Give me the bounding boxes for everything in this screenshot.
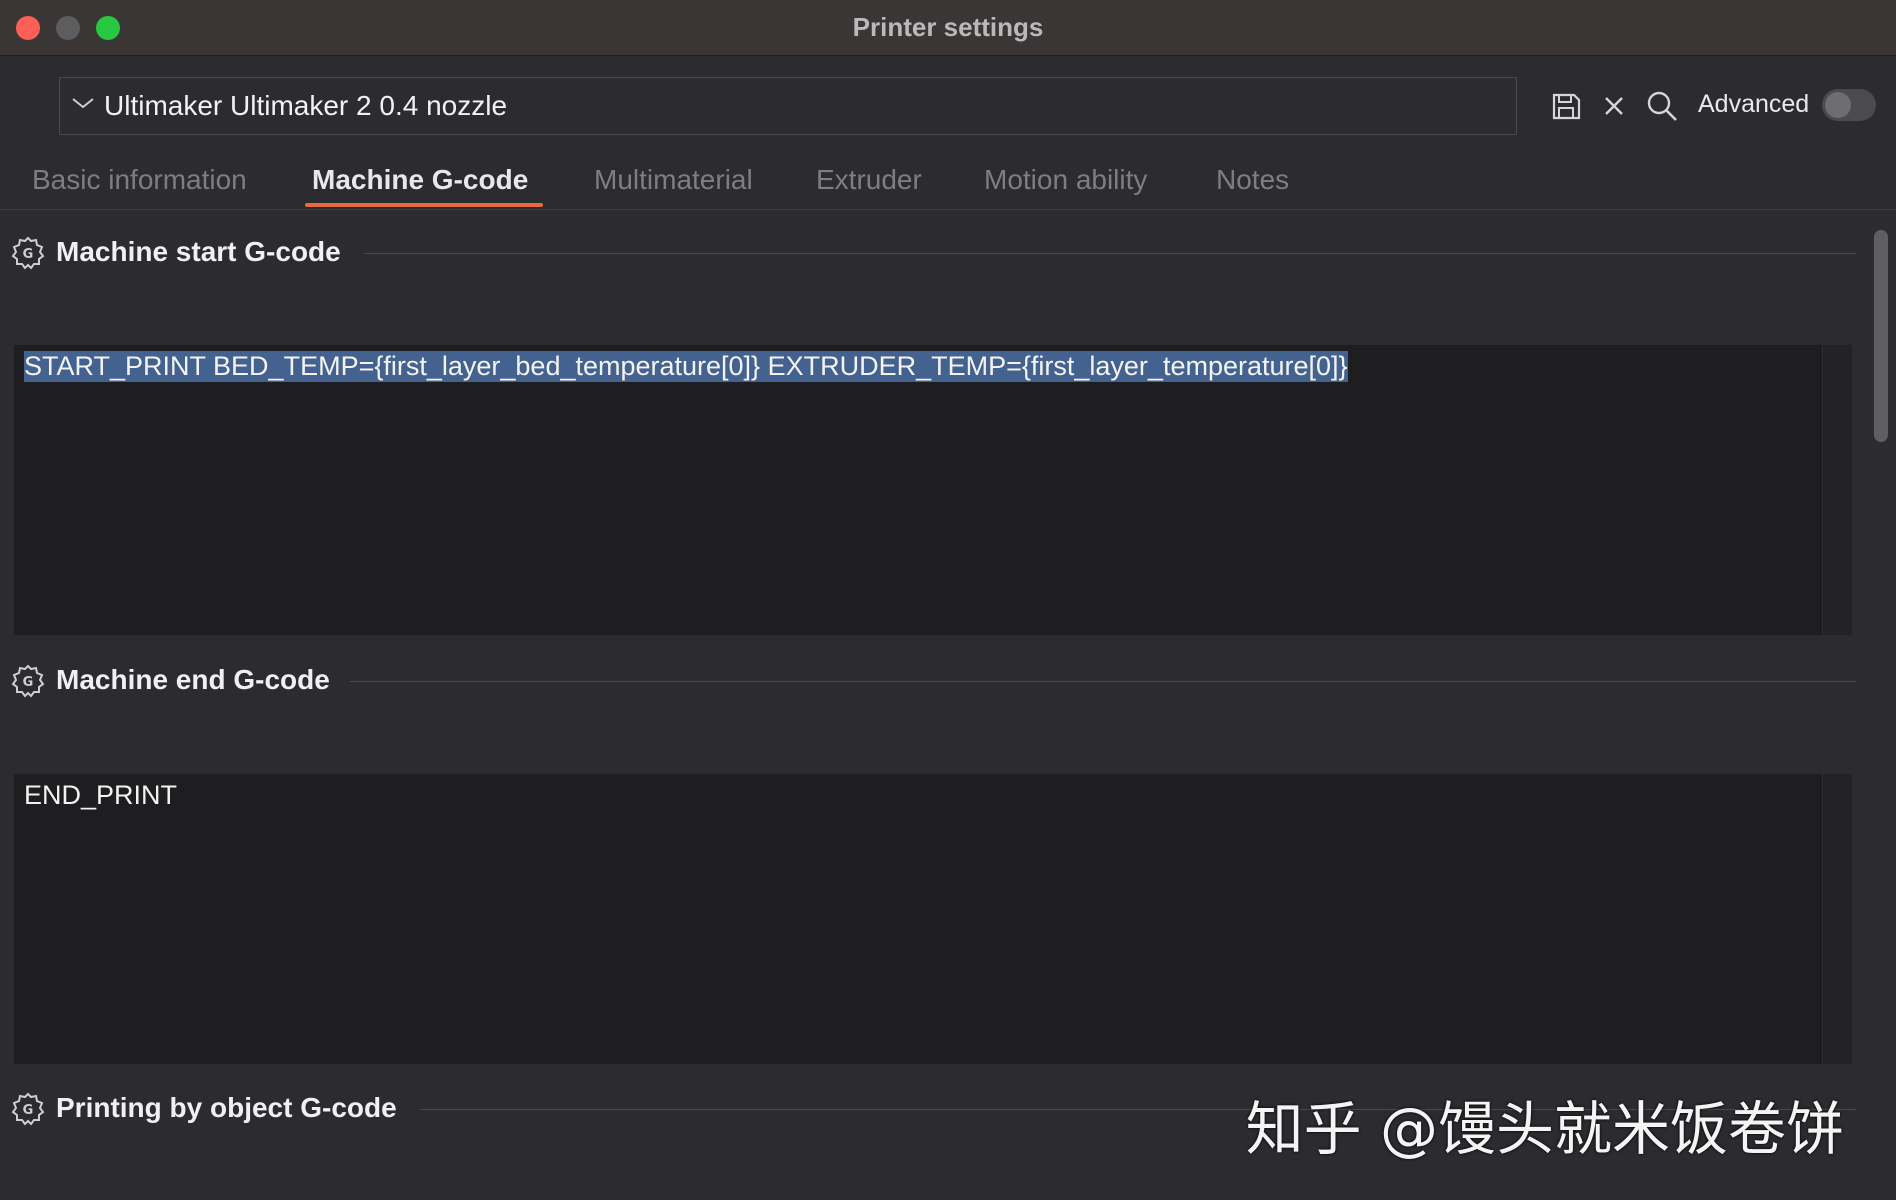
- printer-preset-select[interactable]: Ultimaker Ultimaker 2 0.4 nozzle: [59, 77, 1517, 135]
- scrollbar-thumb[interactable]: [1874, 230, 1888, 442]
- end-gcode-editor[interactable]: END_PRINT: [13, 773, 1853, 1065]
- tab-basic-information[interactable]: Basic information: [32, 164, 247, 196]
- window-title: Printer settings: [852, 12, 1044, 42]
- section-title: Machine end G-code: [56, 664, 330, 695]
- advanced-label: Advanced: [1698, 90, 1810, 118]
- gcode-gear-icon: G: [10, 1091, 46, 1127]
- svg-text:G: G: [23, 247, 34, 262]
- section-header: G Machine start G-code: [10, 233, 1856, 273]
- title-bar: Printer settings: [0, 0, 1896, 56]
- gcode-gear-icon: G: [10, 663, 46, 699]
- tab-machine-gcode[interactable]: Machine G-code: [312, 164, 528, 196]
- section-title: Printing by object G-code: [56, 1092, 397, 1123]
- tab-extruder[interactable]: Extruder: [816, 164, 922, 196]
- end-gcode-text: END_PRINT: [24, 780, 178, 810]
- editor-scrollbar[interactable]: [1822, 774, 1852, 1064]
- page-scrollbar[interactable]: [1872, 226, 1890, 1190]
- settings-content: G Machine start G-code START_PRINT BED_T…: [0, 211, 1896, 1200]
- search-icon[interactable]: [1644, 88, 1680, 124]
- start-gcode-editor[interactable]: START_PRINT BED_TEMP={first_layer_bed_te…: [13, 344, 1853, 636]
- printer-preset-value: Ultimaker Ultimaker 2 0.4 nozzle: [104, 90, 508, 121]
- toggle-knob: [1825, 92, 1851, 118]
- settings-tabs: Basic information Machine G-code Multima…: [0, 160, 1896, 210]
- advanced-toggle[interactable]: [1822, 89, 1876, 121]
- chevron-down-icon: [70, 93, 102, 119]
- section-title: Machine start G-code: [56, 236, 341, 267]
- svg-text:G: G: [23, 675, 34, 690]
- close-icon[interactable]: [1596, 88, 1632, 124]
- watermark: 知乎 @馒头就米饭卷饼: [1245, 1095, 1844, 1163]
- section-divider: [350, 681, 1856, 682]
- section-header: G Machine end G-code: [10, 661, 1856, 701]
- svg-text:G: G: [23, 1103, 34, 1118]
- active-tab-indicator: [305, 203, 543, 207]
- tab-notes[interactable]: Notes: [1216, 164, 1289, 196]
- tab-multimaterial[interactable]: Multimaterial: [594, 164, 753, 196]
- editor-scrollbar[interactable]: [1822, 345, 1852, 635]
- gcode-gear-icon: G: [10, 235, 46, 271]
- tab-motion-ability[interactable]: Motion ability: [984, 164, 1147, 196]
- save-icon[interactable]: [1548, 88, 1584, 124]
- start-gcode-text: START_PRINT BED_TEMP={first_layer_bed_te…: [24, 351, 1348, 382]
- section-divider: [364, 253, 1856, 254]
